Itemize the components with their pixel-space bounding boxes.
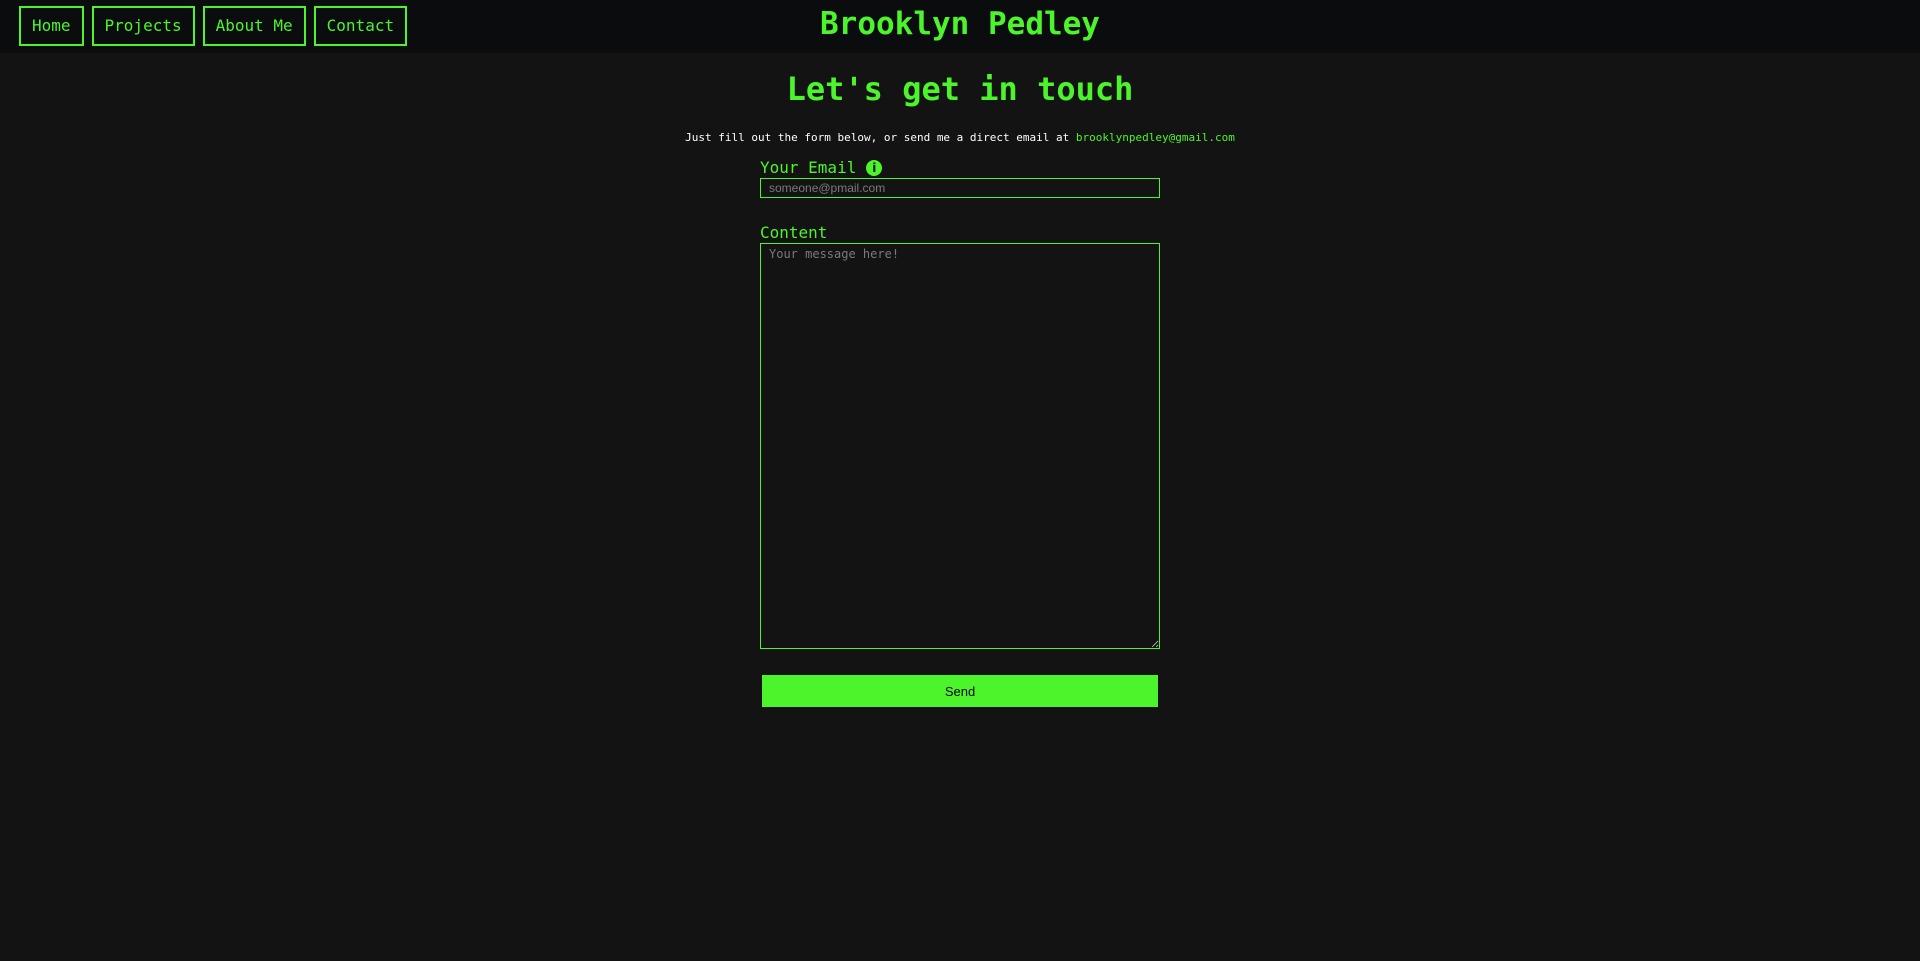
email-label-text: Your Email [760,158,857,177]
intro-text: Just fill out the form below, or send me… [0,130,1920,146]
site-header: Home Projects About Me Contact Brooklyn … [0,0,1920,53]
email-link[interactable]: brooklynpedley@gmail.com [1076,131,1235,144]
message-textarea[interactable] [760,243,1160,649]
send-button[interactable]: Send [762,675,1158,707]
contact-form: Your Email i Content Send [760,158,1160,707]
site-title: Brooklyn Pedley [820,6,1100,42]
page-title: Let's get in touch [786,70,1134,108]
info-icon[interactable]: i [866,160,883,176]
intro-text-body: Just fill out the form below, or send me… [685,131,1076,144]
content-field-label: Content [760,223,1160,243]
email-field-label: Your Email i [760,158,1160,178]
content-label-text: Content [760,223,828,242]
email-field[interactable] [760,178,1160,198]
